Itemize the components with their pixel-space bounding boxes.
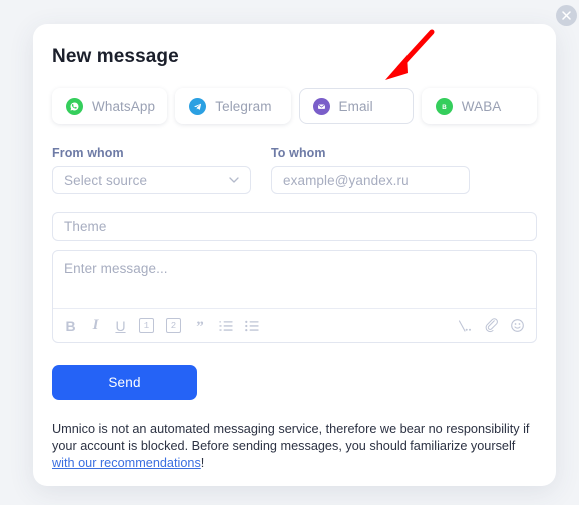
underline-icon[interactable]: U: [114, 316, 127, 336]
from-whom-group: From whom Select source: [52, 146, 251, 194]
theme-placeholder: Theme: [64, 219, 107, 234]
italic-icon[interactable]: I: [89, 316, 102, 336]
message-textarea[interactable]: Enter message...: [53, 251, 536, 308]
disclaimer-text-before: Umnico is not an automated messaging ser…: [52, 422, 530, 453]
bulleted-list-icon[interactable]: [245, 316, 259, 336]
whatsapp-icon: [66, 97, 83, 115]
theme-input[interactable]: Theme: [52, 212, 537, 241]
channel-tab-label: Telegram: [215, 98, 272, 114]
channel-tab-label: Email: [338, 98, 373, 114]
channel-tab-waba[interactable]: B WABA: [421, 88, 537, 124]
ordered-list-icon[interactable]: [219, 316, 233, 336]
blockquote-icon[interactable]: ”: [193, 316, 207, 336]
recommendations-link[interactable]: with our recommendations: [52, 456, 201, 470]
variable-icon[interactable]: [457, 316, 473, 336]
close-icon: [562, 11, 571, 20]
from-whom-label: From whom: [52, 146, 124, 160]
channel-tabs: WhatsApp Telegram Email B WABA: [52, 88, 537, 124]
message-placeholder: Enter message...: [64, 261, 168, 276]
close-dialog-button[interactable]: [556, 5, 577, 26]
email-icon: [312, 97, 330, 115]
to-whom-field[interactable]: example@yandex.ru: [271, 166, 470, 194]
bold-icon[interactable]: B: [64, 316, 77, 336]
emoji-icon[interactable]: [510, 316, 525, 336]
recipient-fields: From whom Select source To whom example@…: [52, 146, 537, 194]
message-editor: Enter message... B I U 1 2 ”: [52, 250, 537, 343]
insert-tools: [457, 316, 525, 336]
svg-text:”: ”: [196, 320, 204, 332]
waba-icon: B: [435, 97, 453, 115]
to-whom-group: To whom example@yandex.ru: [271, 146, 470, 194]
from-whom-select[interactable]: Select source: [52, 166, 251, 194]
channel-tab-label: WhatsApp: [92, 98, 156, 114]
to-whom-placeholder: example@yandex.ru: [283, 172, 409, 188]
formatting-tools: B I U 1 2 ”: [64, 316, 259, 336]
page-title: New message: [52, 46, 179, 67]
telegram-icon: [189, 97, 207, 115]
heading-2-icon[interactable]: 2: [166, 318, 181, 333]
channel-tab-label: WABA: [461, 98, 502, 114]
disclaimer-text: Umnico is not an automated messaging ser…: [52, 421, 537, 472]
channel-tab-email[interactable]: Email: [298, 88, 414, 124]
editor-toolbar: B I U 1 2 ”: [53, 308, 536, 342]
send-button[interactable]: Send: [52, 365, 197, 400]
heading-1-icon[interactable]: 1: [139, 318, 154, 333]
from-whom-selected-value: Select source: [64, 172, 148, 188]
disclaimer-text-after: !: [200, 456, 205, 470]
new-message-dialog: New message WhatsApp Telegram Email B WA…: [33, 24, 556, 486]
channel-tab-telegram[interactable]: Telegram: [175, 88, 291, 124]
chevron-down-icon: [229, 177, 239, 183]
to-whom-label: To whom: [271, 146, 326, 160]
svg-text:B: B: [442, 103, 447, 110]
attachment-icon[interactable]: [484, 316, 499, 336]
channel-tab-whatsapp[interactable]: WhatsApp: [52, 88, 168, 124]
theme-group: Theme: [52, 212, 537, 241]
